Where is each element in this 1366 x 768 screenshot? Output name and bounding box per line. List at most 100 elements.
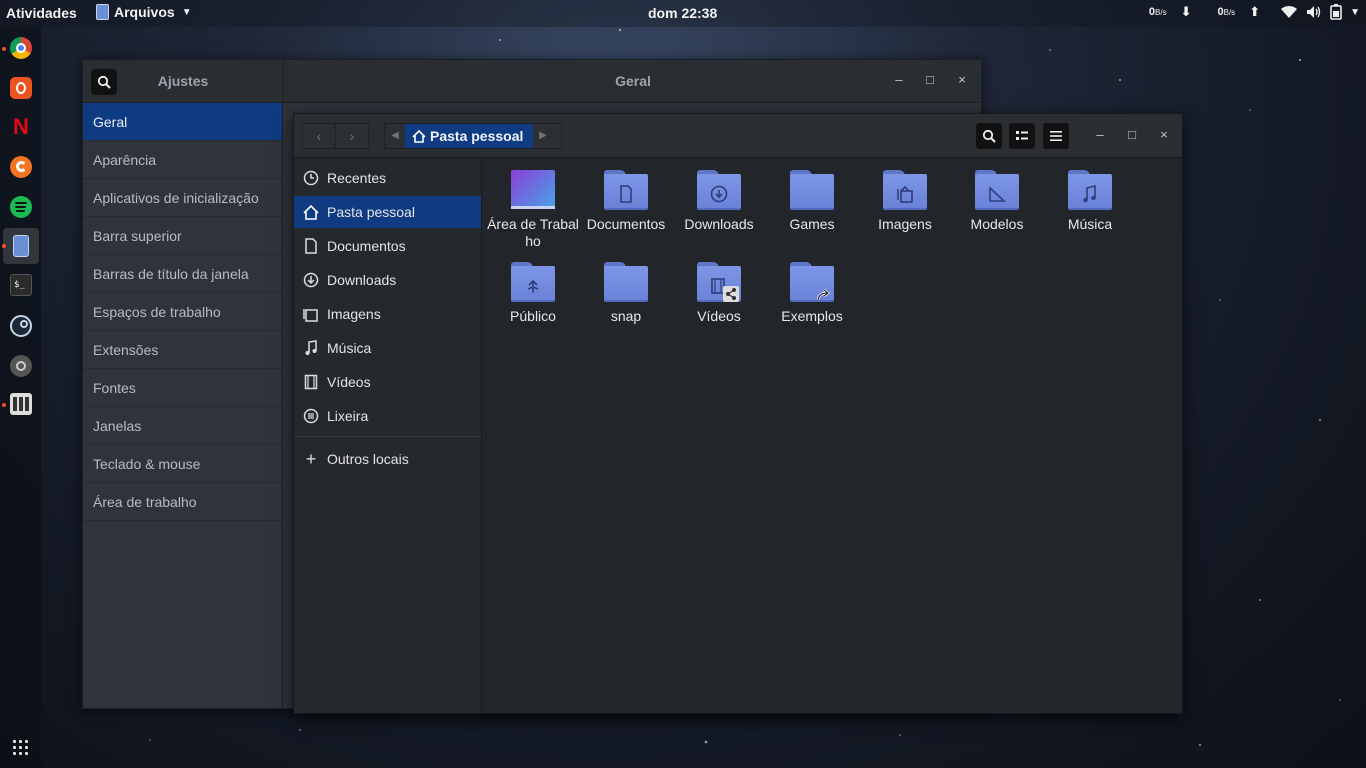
breadcrumb-label: Pasta pessoal bbox=[430, 128, 524, 144]
place-label: Imagens bbox=[327, 306, 381, 322]
image-icon bbox=[302, 305, 320, 323]
crunchyroll-icon[interactable] bbox=[10, 156, 32, 178]
file-item-publico[interactable]: Público bbox=[487, 262, 579, 325]
maximize-icon[interactable]: □ bbox=[1123, 127, 1141, 142]
file-item-musica[interactable]: Música bbox=[1044, 170, 1136, 233]
back-button[interactable]: ‹ bbox=[302, 123, 336, 149]
file-item-modelos[interactable]: Modelos bbox=[951, 170, 1043, 233]
place-recentes[interactable]: Recentes bbox=[294, 162, 481, 194]
battery-icon bbox=[1330, 4, 1342, 20]
file-item-games[interactable]: Games bbox=[766, 170, 858, 233]
document-icon bbox=[302, 237, 320, 255]
breadcrumb-home[interactable]: Pasta pessoal bbox=[405, 124, 533, 148]
place-label: Downloads bbox=[327, 272, 397, 288]
tweaks-item-workspaces[interactable]: Espaços de trabalho bbox=[83, 293, 282, 331]
top-bar: Atividades Arquivos ▼ dom 22:38 0B/s ⬇ 0… bbox=[0, 0, 1366, 27]
file-item-area-de-trabalho[interactable]: Área de Trabalho bbox=[487, 170, 579, 250]
breadcrumb-right-arrow-icon[interactable]: ▶ bbox=[533, 124, 553, 148]
tweaks-item-aparencia[interactable]: Aparência bbox=[83, 141, 282, 179]
netflix-icon[interactable]: N bbox=[10, 116, 32, 138]
upload-speed: 0B/s bbox=[1217, 6, 1236, 18]
music-note-icon bbox=[302, 339, 320, 357]
tweaks-item-fonts[interactable]: Fontes bbox=[83, 369, 282, 407]
place-outros-locais[interactable]: + Outros locais bbox=[294, 443, 481, 475]
pictures-folder-icon bbox=[882, 170, 928, 212]
file-item-documentos[interactable]: Documentos bbox=[580, 170, 672, 233]
place-musica[interactable]: Música bbox=[294, 332, 481, 364]
file-label: Vídeos bbox=[697, 308, 741, 324]
system-tray[interactable]: 0B/s ⬇ 0B/s ⬆ ▼ bbox=[1149, 4, 1366, 20]
tweaks-item-windows[interactable]: Janelas bbox=[83, 407, 282, 445]
plus-icon: + bbox=[305, 448, 317, 469]
file-label: Documentos bbox=[586, 216, 666, 232]
forward-button[interactable]: › bbox=[335, 123, 369, 149]
place-label: Música bbox=[327, 340, 372, 356]
folder-icon bbox=[603, 262, 649, 304]
running-indicator bbox=[2, 47, 6, 51]
tweaks-icon[interactable] bbox=[10, 393, 32, 415]
menu-button[interactable] bbox=[1043, 123, 1069, 149]
place-imagens[interactable]: Imagens bbox=[294, 298, 481, 330]
place-downloads[interactable]: Downloads bbox=[294, 264, 481, 296]
maximize-icon[interactable]: □ bbox=[921, 72, 939, 87]
place-label: Pasta pessoal bbox=[327, 204, 415, 220]
tweaks-item-titlebars[interactable]: Barras de título da janela bbox=[83, 255, 282, 293]
place-label: Recentes bbox=[327, 170, 387, 186]
terminal-icon[interactable]: $_ bbox=[10, 274, 32, 296]
file-item-videos[interactable]: Vídeos bbox=[673, 262, 765, 325]
tweaks-item-geral[interactable]: Geral bbox=[83, 103, 282, 141]
settings-gear-icon[interactable] bbox=[10, 355, 32, 377]
power-menu-caret-icon: ▼ bbox=[1350, 6, 1360, 18]
videos-folder-icon bbox=[696, 262, 742, 304]
running-indicator bbox=[2, 403, 6, 407]
file-label: Música bbox=[1067, 216, 1113, 232]
place-label: Lixeira bbox=[327, 408, 369, 424]
folder-icon bbox=[789, 170, 835, 212]
show-applications-icon[interactable] bbox=[13, 740, 29, 756]
app-menu-button[interactable]: Arquivos ▼ bbox=[96, 4, 192, 20]
tweaks-item-extensions[interactable]: Extensões bbox=[83, 331, 282, 369]
file-item-downloads[interactable]: Downloads bbox=[673, 170, 765, 233]
clock[interactable]: dom 22:38 bbox=[648, 5, 717, 21]
places-sidebar: Recentes Pasta pessoal Documentos Downlo… bbox=[294, 158, 482, 713]
arrow-up-icon: ⬆ bbox=[1249, 4, 1261, 19]
files-window: ‹ › ◀ Pasta pessoal ▶ – □ × Recentes Pas… bbox=[293, 113, 1183, 714]
tweaks-item-top-bar[interactable]: Barra superior bbox=[83, 217, 282, 255]
tweaks-search-button[interactable] bbox=[91, 69, 117, 95]
home-icon bbox=[412, 129, 426, 143]
activities-button[interactable]: Atividades bbox=[6, 5, 77, 21]
breadcrumb-left-arrow-icon[interactable]: ◀ bbox=[385, 124, 405, 148]
arrow-down-icon: ⬇ bbox=[1180, 4, 1192, 19]
tweaks-item-keyboard-mouse[interactable]: Teclado & mouse bbox=[83, 445, 282, 483]
file-item-imagens[interactable]: Imagens bbox=[859, 170, 951, 233]
app-menu-label: Arquivos bbox=[114, 4, 175, 20]
download-speed: 0B/s bbox=[1148, 6, 1167, 18]
file-label: Exemplos bbox=[781, 308, 843, 324]
search-icon bbox=[982, 129, 996, 143]
files-search-button[interactable] bbox=[976, 123, 1002, 149]
music-folder-icon bbox=[1067, 170, 1113, 212]
search-icon bbox=[97, 75, 111, 89]
place-documentos[interactable]: Documentos bbox=[294, 230, 481, 262]
place-pasta-pessoal[interactable]: Pasta pessoal bbox=[294, 196, 481, 228]
close-icon[interactable]: × bbox=[953, 72, 971, 87]
files-icon[interactable] bbox=[13, 235, 29, 257]
close-icon[interactable]: × bbox=[1155, 127, 1173, 142]
file-item-exemplos[interactable]: Exemplos bbox=[766, 262, 858, 325]
tweaks-item-startup-apps[interactable]: Aplicativos de inicialização bbox=[83, 179, 282, 217]
file-item-snap[interactable]: snap bbox=[580, 262, 672, 325]
view-toggle-button[interactable] bbox=[1009, 123, 1035, 149]
place-videos[interactable]: Vídeos bbox=[294, 366, 481, 398]
tweaks-item-desktop[interactable]: Área de trabalho bbox=[83, 483, 282, 521]
minimize-icon[interactable]: – bbox=[890, 72, 908, 87]
minimize-icon[interactable]: – bbox=[1091, 127, 1109, 142]
ubuntu-software-icon[interactable] bbox=[10, 77, 32, 99]
steam-icon[interactable] bbox=[10, 315, 32, 337]
chevron-down-icon: ▼ bbox=[181, 6, 192, 18]
place-lixeira[interactable]: Lixeira bbox=[294, 400, 481, 432]
spotify-icon[interactable] bbox=[10, 196, 32, 218]
files-headerbar: ‹ › ◀ Pasta pessoal ▶ – □ × bbox=[294, 114, 1182, 158]
chrome-icon[interactable] bbox=[10, 37, 32, 59]
downloads-folder-icon bbox=[696, 170, 742, 212]
file-label: snap bbox=[610, 308, 642, 324]
